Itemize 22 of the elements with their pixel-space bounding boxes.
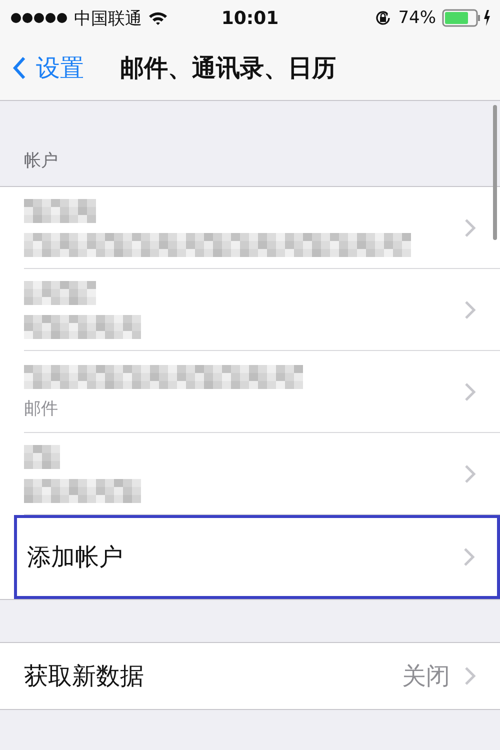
chevron-icon [464, 464, 476, 484]
add-account-row[interactable]: 添加帐户 [14, 515, 500, 599]
chevron-icon [464, 382, 476, 402]
rotation-lock-icon [374, 9, 392, 27]
status-time: 10:01 [221, 8, 279, 28]
wifi-icon [148, 10, 168, 26]
back-chevron-icon [12, 56, 26, 80]
fetch-label: 获取新数据 [24, 661, 145, 692]
fetch-value: 关闭 [402, 661, 450, 692]
chevron-icon [463, 547, 475, 567]
battery-percent: 74% [398, 8, 436, 28]
chevron-icon [464, 666, 476, 686]
chevron-icon [464, 300, 476, 320]
section-header: 帐户 [24, 150, 58, 172]
battery-icon [442, 9, 492, 27]
carrier-name: 中国联通 [74, 8, 142, 30]
account-detail: 邮件 [24, 398, 59, 418]
nav-title: 邮件、通讯录、日历 [120, 53, 336, 84]
add-account-label: 添加帐户 [27, 542, 124, 573]
chevron-icon [464, 218, 476, 238]
signal-icon [10, 12, 68, 24]
back-button[interactable]: 设置 [12, 52, 84, 84]
